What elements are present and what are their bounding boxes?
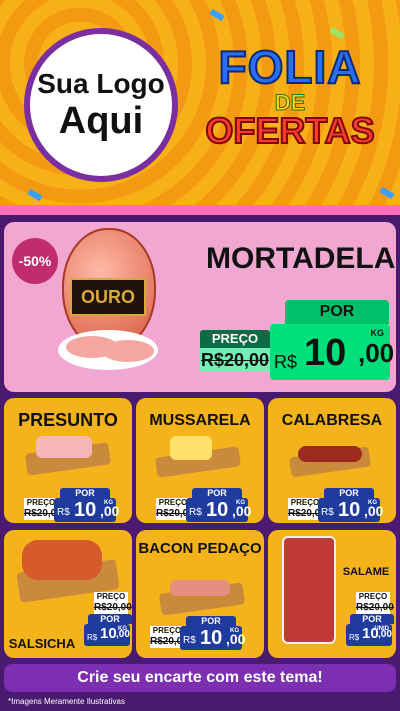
item-title: CALABRESA	[281, 412, 383, 429]
salame-image	[282, 536, 336, 644]
hero-title: MORTADELA	[206, 242, 396, 275]
price-value: R$ 10,00 KG	[54, 498, 119, 522]
price-old-value: R$20,00	[94, 602, 132, 614]
theme-title: FOLIA DE OFERTAS	[190, 40, 390, 190]
price-value: R$ 10,00 KG	[186, 498, 251, 522]
price-old-value: R$20,00	[24, 508, 62, 520]
item-title: SALAME	[342, 566, 390, 578]
theme-line-1: FOLIA	[218, 40, 362, 94]
theme-line-3: OFERTAS	[204, 109, 375, 152]
price-value: R$ 10,00 UNID	[346, 624, 392, 646]
price-preco-label: PREÇO	[94, 592, 128, 602]
mortadela-brand-label: OURO	[70, 278, 146, 316]
price-price-int: 10	[74, 499, 97, 521]
hero-unit: KG	[370, 328, 385, 338]
price-por-label: POR	[60, 488, 110, 498]
hero-preco-label: PREÇO	[200, 330, 270, 348]
slice-image	[102, 340, 154, 362]
hero-old-price: R$20,00	[200, 348, 270, 372]
hero-price-int: 10	[304, 332, 347, 374]
discount-badge: -50%	[12, 238, 58, 284]
price-por-label: POR	[88, 614, 132, 624]
logo-line-2: Aqui	[58, 100, 144, 142]
price-currency: R$	[349, 633, 360, 642]
price-value: R$ 10,00 KG	[180, 626, 245, 650]
price-old-value: R$20,00	[156, 508, 194, 520]
price-preco-label: PREÇO	[24, 498, 58, 508]
price-value: R$ 10,00 KG	[84, 624, 130, 646]
price-unit: KG	[104, 500, 113, 506]
price-preco-label: PREÇO	[356, 592, 390, 602]
price-currency: R$	[183, 635, 196, 646]
price-unit: KG	[118, 626, 127, 632]
mussarela-image	[170, 436, 212, 460]
price-price-int: 10	[100, 625, 117, 642]
price-preco-label: PREÇO	[288, 498, 322, 508]
price-unit: UNID	[374, 626, 389, 632]
price-currency: R$	[57, 507, 70, 518]
bacon-image	[170, 580, 230, 596]
price-currency: R$	[321, 507, 334, 518]
price-old-value: R$20,00	[356, 602, 394, 614]
price-por-label: POR	[324, 488, 374, 498]
presunto-image	[36, 436, 92, 458]
item-title: SALSICHA	[8, 636, 76, 651]
logo-line-1: Sua Logo	[37, 68, 165, 99]
footnote: *Imagens Meramente Ilustrativas	[8, 697, 125, 706]
price-currency: R$	[87, 633, 98, 642]
price-unit: KG	[368, 500, 377, 506]
hero-currency: R$	[274, 352, 298, 372]
create-flyer-button[interactable]: Crie seu encarte com este tema!	[4, 664, 396, 692]
price-por-label: POR	[186, 616, 236, 626]
hero-price: R$ 10 ,00 KG	[270, 324, 394, 380]
item-title: BACON PEDAÇO	[138, 540, 262, 557]
price-unit: KG	[236, 500, 245, 506]
price-currency: R$	[189, 507, 202, 518]
item-title: PRESUNTO	[18, 410, 118, 430]
price-old-value: R$20,00	[288, 508, 326, 520]
calabresa-image	[298, 446, 362, 462]
price-unit: KG	[230, 628, 239, 634]
price-preco-label: PREÇO	[150, 626, 184, 636]
logo-placeholder[interactable]: Sua Logo Aqui	[24, 28, 178, 182]
header-divider	[0, 205, 400, 215]
price-price-int: 10	[200, 627, 223, 649]
price-por-label: POR	[192, 488, 242, 498]
salsicha-image	[22, 540, 102, 580]
price-old-value: R$20,00	[150, 636, 188, 648]
price-por-label: POR	[350, 614, 394, 624]
hero-price-dec: ,00	[358, 338, 395, 368]
hero-por-label: POR	[285, 300, 389, 324]
item-title: MUSSARELA	[149, 412, 251, 429]
price-value: R$ 10,00 KG	[318, 498, 383, 522]
price-preco-label: PREÇO	[156, 498, 190, 508]
price-price-int: 10	[206, 499, 229, 521]
price-price-int: 10	[338, 499, 361, 521]
